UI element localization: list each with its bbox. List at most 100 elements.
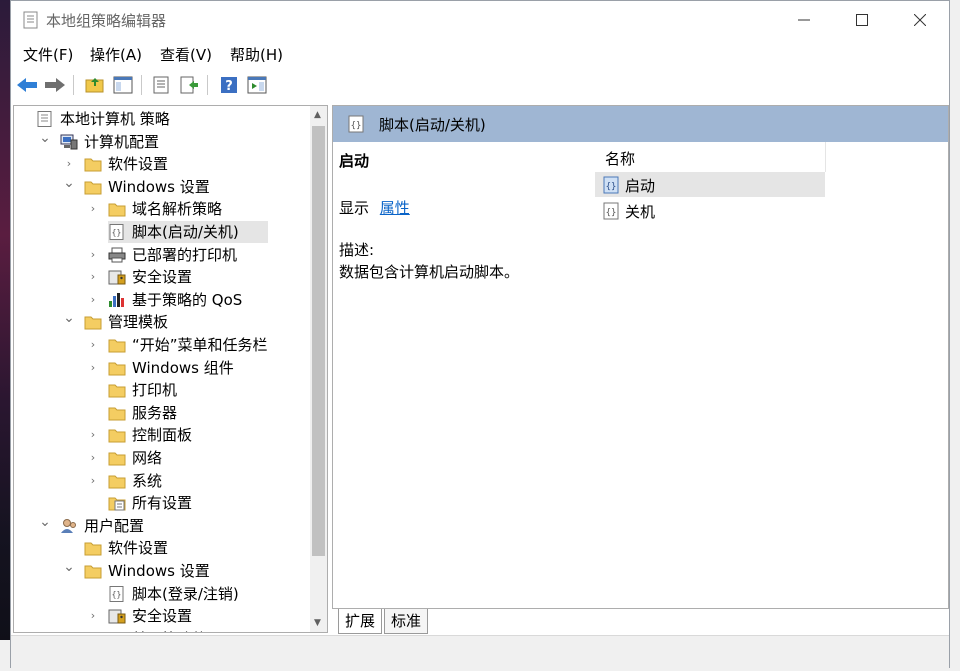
list-header-name[interactable]: 名称 xyxy=(595,142,826,172)
list-item-startup[interactable]: {} 启动 xyxy=(595,172,825,197)
up-one-level-button[interactable] xyxy=(83,73,107,97)
expand-chevron-icon[interactable]: › xyxy=(86,605,100,627)
startup-script-icon: {} xyxy=(603,176,619,194)
tree-item-label: 已部署的打印机 xyxy=(132,245,238,264)
tree-item-label: 脚本(登录/注销) xyxy=(132,584,239,603)
folder-icon xyxy=(108,384,126,398)
expand-chevron-icon[interactable]: › xyxy=(86,244,100,266)
tree-scroll-thumb[interactable] xyxy=(312,126,325,556)
collapse-chevron-icon[interactable]: ⌄ xyxy=(62,556,76,578)
properties-link[interactable]: 属性 xyxy=(380,199,410,217)
user-icon xyxy=(61,518,76,533)
show-hide-tree-button[interactable] xyxy=(111,73,135,97)
menu-action[interactable]: 操作(A) xyxy=(90,44,142,65)
tree-item-label: 服务器 xyxy=(132,403,178,422)
window-title: 本地组策略编辑器 xyxy=(46,12,167,30)
tab-extended[interactable]: 扩展 xyxy=(338,609,383,634)
detail-header-title: 脚本(启动/关机) xyxy=(379,116,486,134)
shutdown-script-icon: {} xyxy=(603,202,619,220)
tree-item-label: Windows 组件 xyxy=(132,358,234,377)
maximize-icon xyxy=(856,14,868,26)
expand-chevron-icon[interactable]: › xyxy=(86,289,100,311)
collapse-chevron-icon[interactable]: ⌄ xyxy=(38,511,52,533)
close-icon xyxy=(914,14,926,26)
scroll-up-arrow-icon[interactable]: ▲ xyxy=(314,110,321,120)
tree-item-label: 管理模板 xyxy=(108,313,169,332)
help-icon: ? xyxy=(221,77,237,94)
tree-item-label: 用户配置 xyxy=(84,516,145,535)
description-text: 数据包含计算机启动脚本。 xyxy=(339,263,520,281)
status-bar xyxy=(11,635,949,668)
folder-icon xyxy=(84,565,102,579)
collapse-chevron-icon[interactable]: ⌄ xyxy=(38,127,52,149)
help-button[interactable]: ? xyxy=(217,73,241,97)
tree-item-label: Windows 设置 xyxy=(108,177,210,196)
minimize-button[interactable] xyxy=(775,1,833,39)
tree-item-label: “开始”菜单和任务栏 xyxy=(132,336,268,354)
svg-text:?: ? xyxy=(225,79,233,94)
scroll-down-arrow-icon[interactable]: ▼ xyxy=(314,618,321,628)
tree-item-label: 基于策略的 QoS xyxy=(132,628,242,632)
menu-bar: 文件(F) 操作(A) 查看(V) 帮助(H) xyxy=(11,39,949,67)
export-list-icon xyxy=(180,76,198,94)
export-list-button[interactable] xyxy=(177,73,201,97)
svg-text:{}: {} xyxy=(606,182,617,192)
tree-scrollbar[interactable]: ▲ ▼ xyxy=(310,106,327,632)
folder-icon xyxy=(108,407,126,421)
show-hide-tree-icon xyxy=(113,76,133,94)
desktop-background-right xyxy=(949,0,960,671)
back-button[interactable] xyxy=(15,73,39,97)
folder-icon xyxy=(108,339,126,353)
collapse-chevron-icon[interactable]: ⌄ xyxy=(62,172,76,194)
tree-item-label: 脚本(启动/关机) xyxy=(132,223,239,241)
title-bar[interactable]: 本地组策略编辑器 xyxy=(11,1,949,39)
list-header-name-label: 名称 xyxy=(605,150,636,168)
tree-item-label: 软件设置 xyxy=(108,539,169,558)
properties-icon xyxy=(153,76,169,94)
menu-view[interactable]: 查看(V) xyxy=(160,44,212,65)
tree-item-label: 网络 xyxy=(132,449,163,467)
detail-header: {} 脚本(启动/关机) xyxy=(333,106,948,142)
properties-button[interactable] xyxy=(149,73,173,97)
expand-chevron-icon[interactable]: › xyxy=(86,266,100,288)
show-action-pane-button[interactable] xyxy=(245,73,269,97)
tree-item-label: 域名解析策略 xyxy=(132,200,223,219)
tree-item-label: 安全设置 xyxy=(132,268,193,287)
security-icon xyxy=(108,609,126,624)
expand-chevron-icon[interactable]: › xyxy=(86,334,100,356)
printer-icon xyxy=(108,247,126,263)
script-icon: {} xyxy=(109,585,124,602)
svg-text:{}: {} xyxy=(112,590,122,599)
folder-icon xyxy=(108,429,126,443)
tree-pane[interactable]: 本地计算机 策略 ⌄ 计算机配置 › 软件设置 ⌄ Windows 设置 › 域名解析策略 {} 脚… xyxy=(13,105,328,633)
menu-file[interactable]: 文件(F) xyxy=(23,44,73,65)
expand-chevron-icon[interactable]: › xyxy=(86,447,100,469)
show-action-pane-icon xyxy=(247,76,267,94)
expand-chevron-icon[interactable]: › xyxy=(86,470,100,492)
list-item-shutdown[interactable]: {} 关机 xyxy=(595,198,825,223)
menu-help[interactable]: 帮助(H) xyxy=(230,44,283,65)
up-folder-icon xyxy=(85,78,104,93)
tree-item-label: 所有设置 xyxy=(132,494,193,513)
folder-icon xyxy=(84,316,102,330)
show-label: 显示 xyxy=(339,199,370,217)
tree-item[interactable]: {} 脚本(启动/关机) xyxy=(108,221,268,243)
view-tabs: 扩展 标准 xyxy=(332,609,949,635)
gpedit-window: 本地组策略编辑器 文件(F) 操作(A) 查看(V) 帮助(H) ? 本地计算机… xyxy=(10,0,950,668)
expand-chevron-icon[interactable]: › xyxy=(86,424,100,446)
forward-button[interactable] xyxy=(43,73,67,97)
close-button[interactable] xyxy=(891,1,949,39)
tree-item-label: 计算机配置 xyxy=(84,132,160,151)
expand-chevron-icon[interactable]: › xyxy=(86,357,100,379)
collapse-chevron-icon[interactable]: ⌄ xyxy=(62,307,76,329)
tree-item-label: 软件设置 xyxy=(108,155,169,174)
tab-standard[interactable]: 标准 xyxy=(384,609,429,634)
expand-chevron-icon[interactable]: › xyxy=(86,198,100,220)
maximize-button[interactable] xyxy=(833,1,891,39)
folder-icon xyxy=(84,181,102,195)
list-item-label: 关机 xyxy=(625,203,656,221)
expand-chevron-icon[interactable]: › xyxy=(86,628,100,633)
folder-icon xyxy=(84,542,102,556)
script-icon: {} xyxy=(348,115,364,133)
detail-pane: {} 脚本(启动/关机) 启动 显示 属性 描述: 数据包含计算机启动脚本。 名… xyxy=(332,105,949,609)
